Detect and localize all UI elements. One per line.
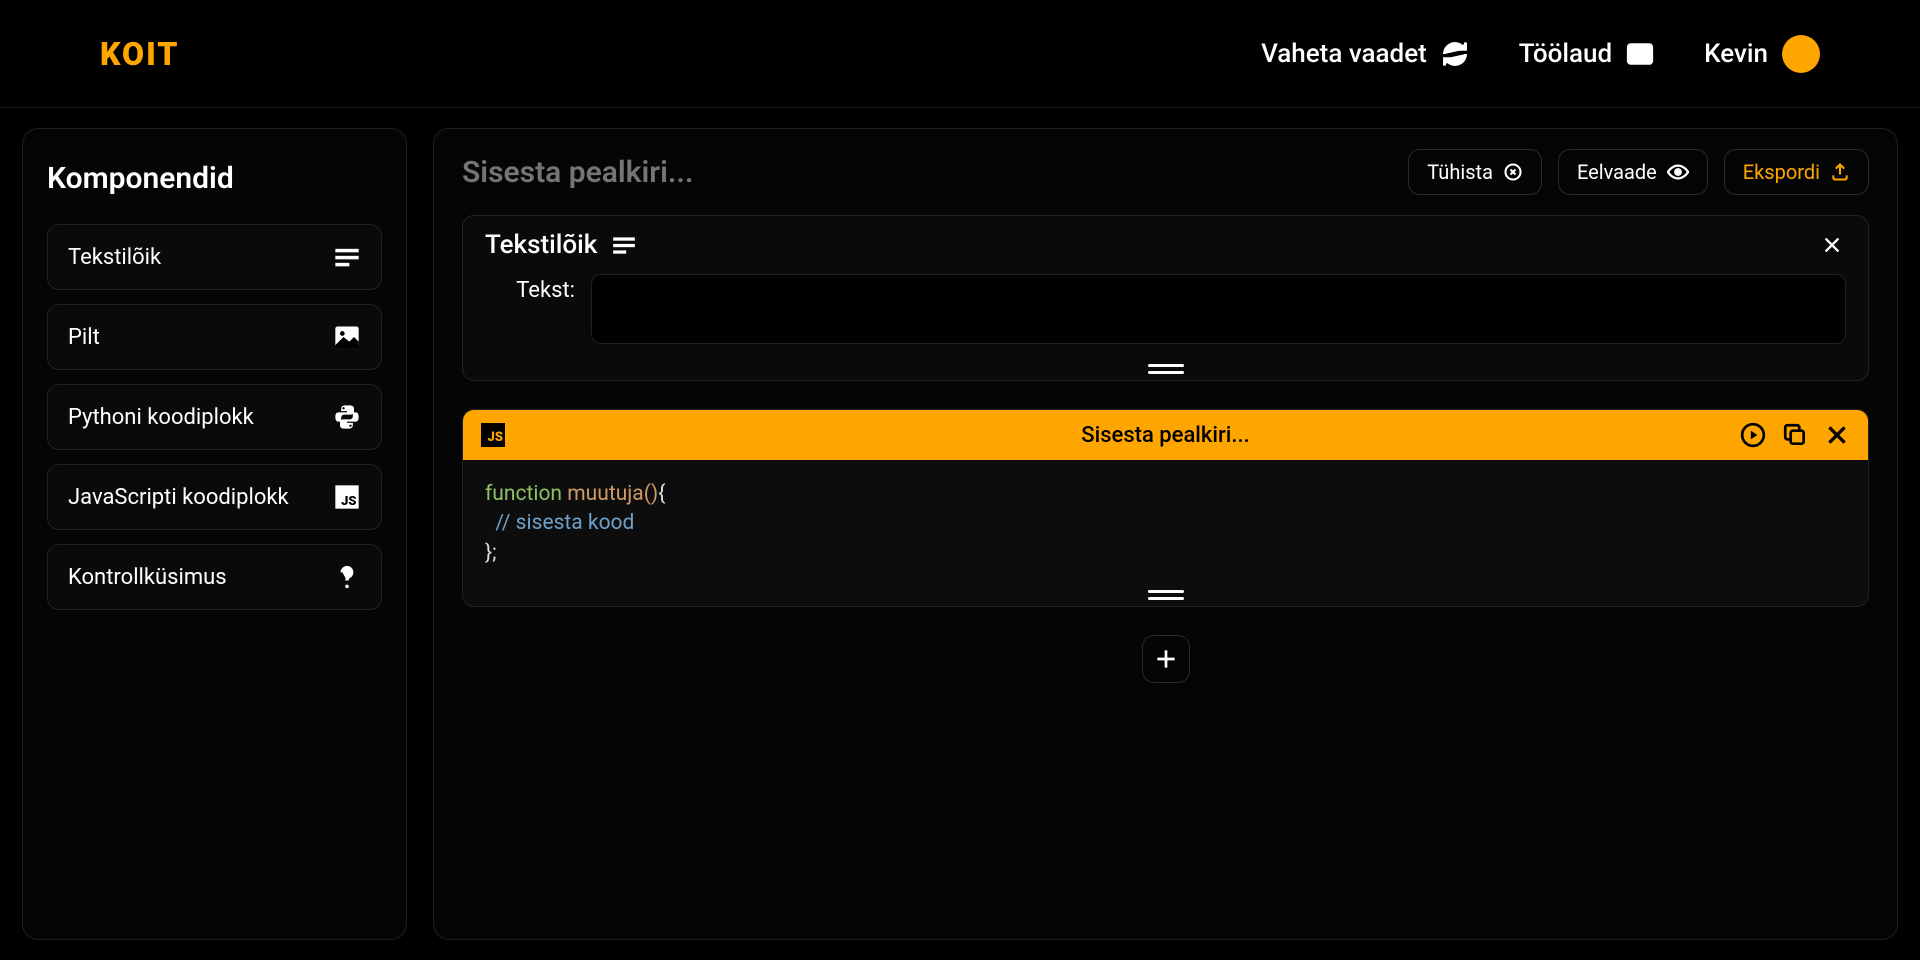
header-actions: Vaheta vaadet Töölaud Kevin [1261, 35, 1820, 73]
editor-content: Tühista Eelvaade Ekspordi [433, 128, 1898, 940]
text-block-header: Tekstilõik [463, 216, 1868, 274]
code-brace: { [658, 482, 665, 506]
main-layout: Komponendid Tekstilõik Pilt Pythoni kood… [0, 108, 1920, 960]
text-field-label: Tekst: [503, 274, 575, 344]
text-lines-icon [611, 232, 637, 258]
component-label: Pythoni koodiplokk [68, 405, 254, 430]
component-label: Pilt [68, 325, 100, 350]
app-header: KOIT Vaheta vaadet Töölaud Kevin [0, 0, 1920, 108]
python-icon [333, 403, 361, 431]
logo: KOIT [100, 35, 179, 73]
code-title-input[interactable] [966, 423, 1366, 448]
window-icon [1626, 40, 1654, 68]
preview-button[interactable]: Eelvaade [1558, 149, 1708, 195]
components-sidebar: Komponendid Tekstilõik Pilt Pythoni kood… [22, 128, 407, 940]
user-menu[interactable]: Kevin [1704, 35, 1820, 73]
dashboard-button[interactable]: Töölaud [1519, 39, 1654, 69]
close-icon[interactable] [1824, 422, 1850, 448]
preview-label: Eelvaade [1577, 160, 1657, 184]
cancel-button[interactable]: Tühista [1408, 149, 1542, 195]
export-button[interactable]: Ekspordi [1724, 149, 1869, 195]
drag-handle-icon [1148, 590, 1184, 600]
content-actions: Tühista Eelvaade Ekspordi [1408, 149, 1869, 195]
code-block: JS function muutuja(){ // sisesta ko [462, 409, 1869, 607]
content-header: Tühista Eelvaade Ekspordi [462, 145, 1869, 215]
js-badge-icon: JS [481, 423, 505, 447]
play-icon[interactable] [1740, 422, 1766, 448]
code-editor[interactable]: function muutuja(){ // sisesta kood }; [463, 460, 1868, 580]
component-label: Kontrollküsimus [68, 565, 227, 590]
component-image[interactable]: Pilt [47, 304, 382, 370]
refresh-icon [1441, 40, 1469, 68]
component-question[interactable]: Kontrollküsimus [47, 544, 382, 610]
question-icon [333, 563, 361, 591]
code-paren: () [644, 482, 659, 506]
username: Kevin [1704, 39, 1768, 69]
component-label: Tekstilõik [68, 245, 161, 270]
avatar [1782, 35, 1820, 73]
component-python[interactable]: Pythoni koodiplokk [47, 384, 382, 450]
drag-handle[interactable] [463, 580, 1868, 606]
sidebar-title: Komponendid [47, 161, 382, 196]
code-block-header: JS [463, 410, 1868, 460]
close-icon[interactable] [1818, 231, 1846, 259]
svg-text:JS: JS [341, 494, 356, 509]
upload-icon [1830, 162, 1850, 182]
text-block-title: Tekstilõik [485, 230, 597, 260]
drag-handle-icon [1148, 364, 1184, 374]
text-block: Tekstilõik Tekst: [462, 215, 1869, 381]
add-block-button[interactable] [1142, 635, 1190, 683]
code-keyword: function [485, 482, 562, 506]
cancel-icon [1503, 162, 1523, 182]
component-javascript[interactable]: JavaScripti koodiplokk JS [47, 464, 382, 530]
js-icon: JS [333, 483, 361, 511]
text-field-input[interactable] [591, 274, 1846, 344]
dashboard-label: Töölaud [1519, 39, 1612, 69]
component-label: JavaScripti koodiplokk [68, 485, 289, 510]
image-icon [333, 323, 361, 351]
switch-view-button[interactable]: Vaheta vaadet [1261, 39, 1469, 69]
code-comment: // sisesta kood [495, 511, 634, 535]
page-title-input[interactable] [462, 155, 962, 190]
copy-icon[interactable] [1782, 422, 1808, 448]
export-label: Ekspordi [1743, 160, 1820, 184]
code-close: }; [485, 541, 497, 565]
eye-icon [1667, 161, 1689, 183]
drag-handle[interactable] [463, 354, 1868, 380]
component-text[interactable]: Tekstilõik [47, 224, 382, 290]
code-fn-name: muutuja [567, 482, 643, 506]
plus-icon [1153, 646, 1179, 672]
cancel-label: Tühista [1427, 160, 1493, 184]
switch-view-label: Vaheta vaadet [1261, 39, 1427, 69]
text-lines-icon [333, 243, 361, 271]
